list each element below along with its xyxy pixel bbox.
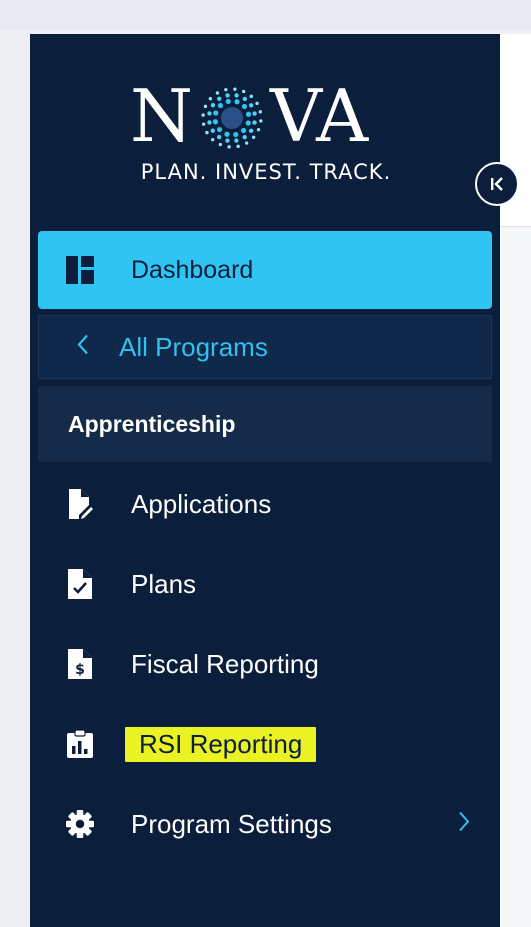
chevron-right-icon [458,811,470,838]
sidebar: N VA PLAN. INVEST. TRACK. Dashboard All … [30,34,500,927]
top-bar [0,0,531,30]
sidebar-item-rsi-reporting[interactable]: RSI Reporting [38,706,492,782]
dashboard-icon [66,255,94,285]
logo-burst-icon [201,87,263,149]
edit-document-icon [66,489,94,519]
check-document-icon [66,569,94,599]
sidebar-item-applications[interactable]: Applications [38,466,492,542]
sidebar-item-label: Fiscal Reporting [131,648,319,679]
sidebar-item-fiscal-reporting[interactable]: $ Fiscal Reporting [38,626,492,702]
dollar-document-icon: $ [66,649,94,679]
sidebar-item-label: Program Settings [131,808,332,839]
section-title: Apprenticeship [68,410,236,437]
clipboard-chart-icon [66,729,94,759]
chevron-left-icon [77,334,89,361]
logo-wordmark: N VA [130,74,368,158]
sidebar-item-program-settings[interactable]: Program Settings [38,786,492,862]
sidebar-item-label: Applications [131,488,272,519]
section-header-apprenticeship: Apprenticeship [38,386,492,462]
collapse-left-icon [488,176,506,192]
sidebar-item-label: Plans [131,568,197,599]
svg-text:$: $ [75,662,85,678]
sidebar-item-all-programs[interactable]: All Programs [38,315,492,379]
sidebar-item-label: All Programs [119,331,268,362]
sidebar-item-label: Dashboard [131,255,254,284]
sidebar-item-plans[interactable]: Plans [38,546,492,622]
gear-icon [66,809,94,839]
sidebar-item-label: RSI Reporting [125,726,317,762]
sidebar-item-dashboard[interactable]: Dashboard [38,231,492,309]
collapse-sidebar-button[interactable] [475,162,519,206]
nova-logo[interactable]: N VA PLAN. INVEST. TRACK. [130,74,400,190]
logo-tagline: PLAN. INVEST. TRACK. [140,160,392,184]
